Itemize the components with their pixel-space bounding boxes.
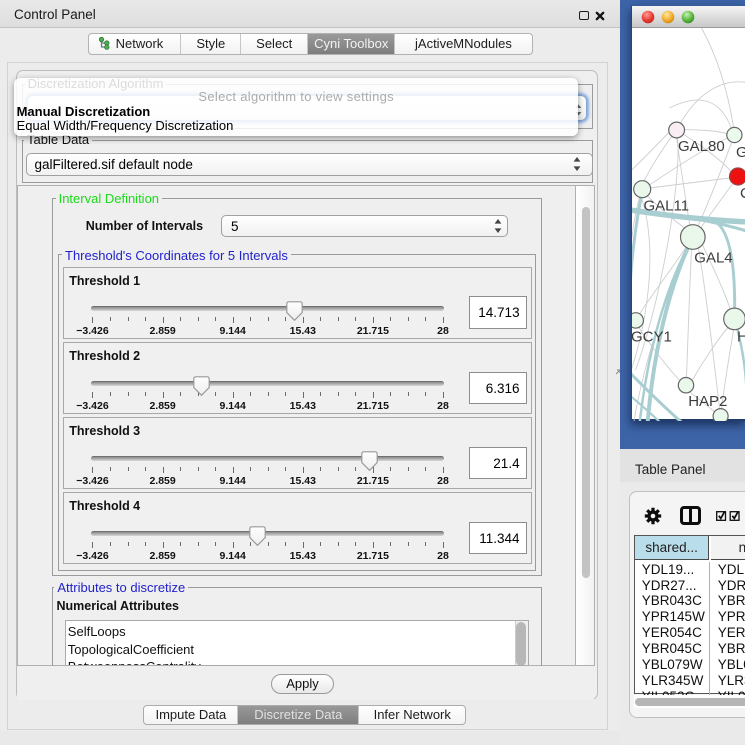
svg-text:GA: GA bbox=[736, 144, 745, 161]
svg-text:GAL80: GAL80 bbox=[678, 138, 725, 155]
svg-text:GAL11: GAL11 bbox=[643, 198, 689, 215]
svg-text:C: C bbox=[740, 185, 745, 202]
svg-text:HAP2: HAP2 bbox=[688, 393, 727, 410]
svg-text:GAL4: GAL4 bbox=[694, 250, 732, 267]
svg-text:HA: HA bbox=[737, 329, 745, 346]
svg-text:GCY1: GCY1 bbox=[632, 329, 672, 346]
